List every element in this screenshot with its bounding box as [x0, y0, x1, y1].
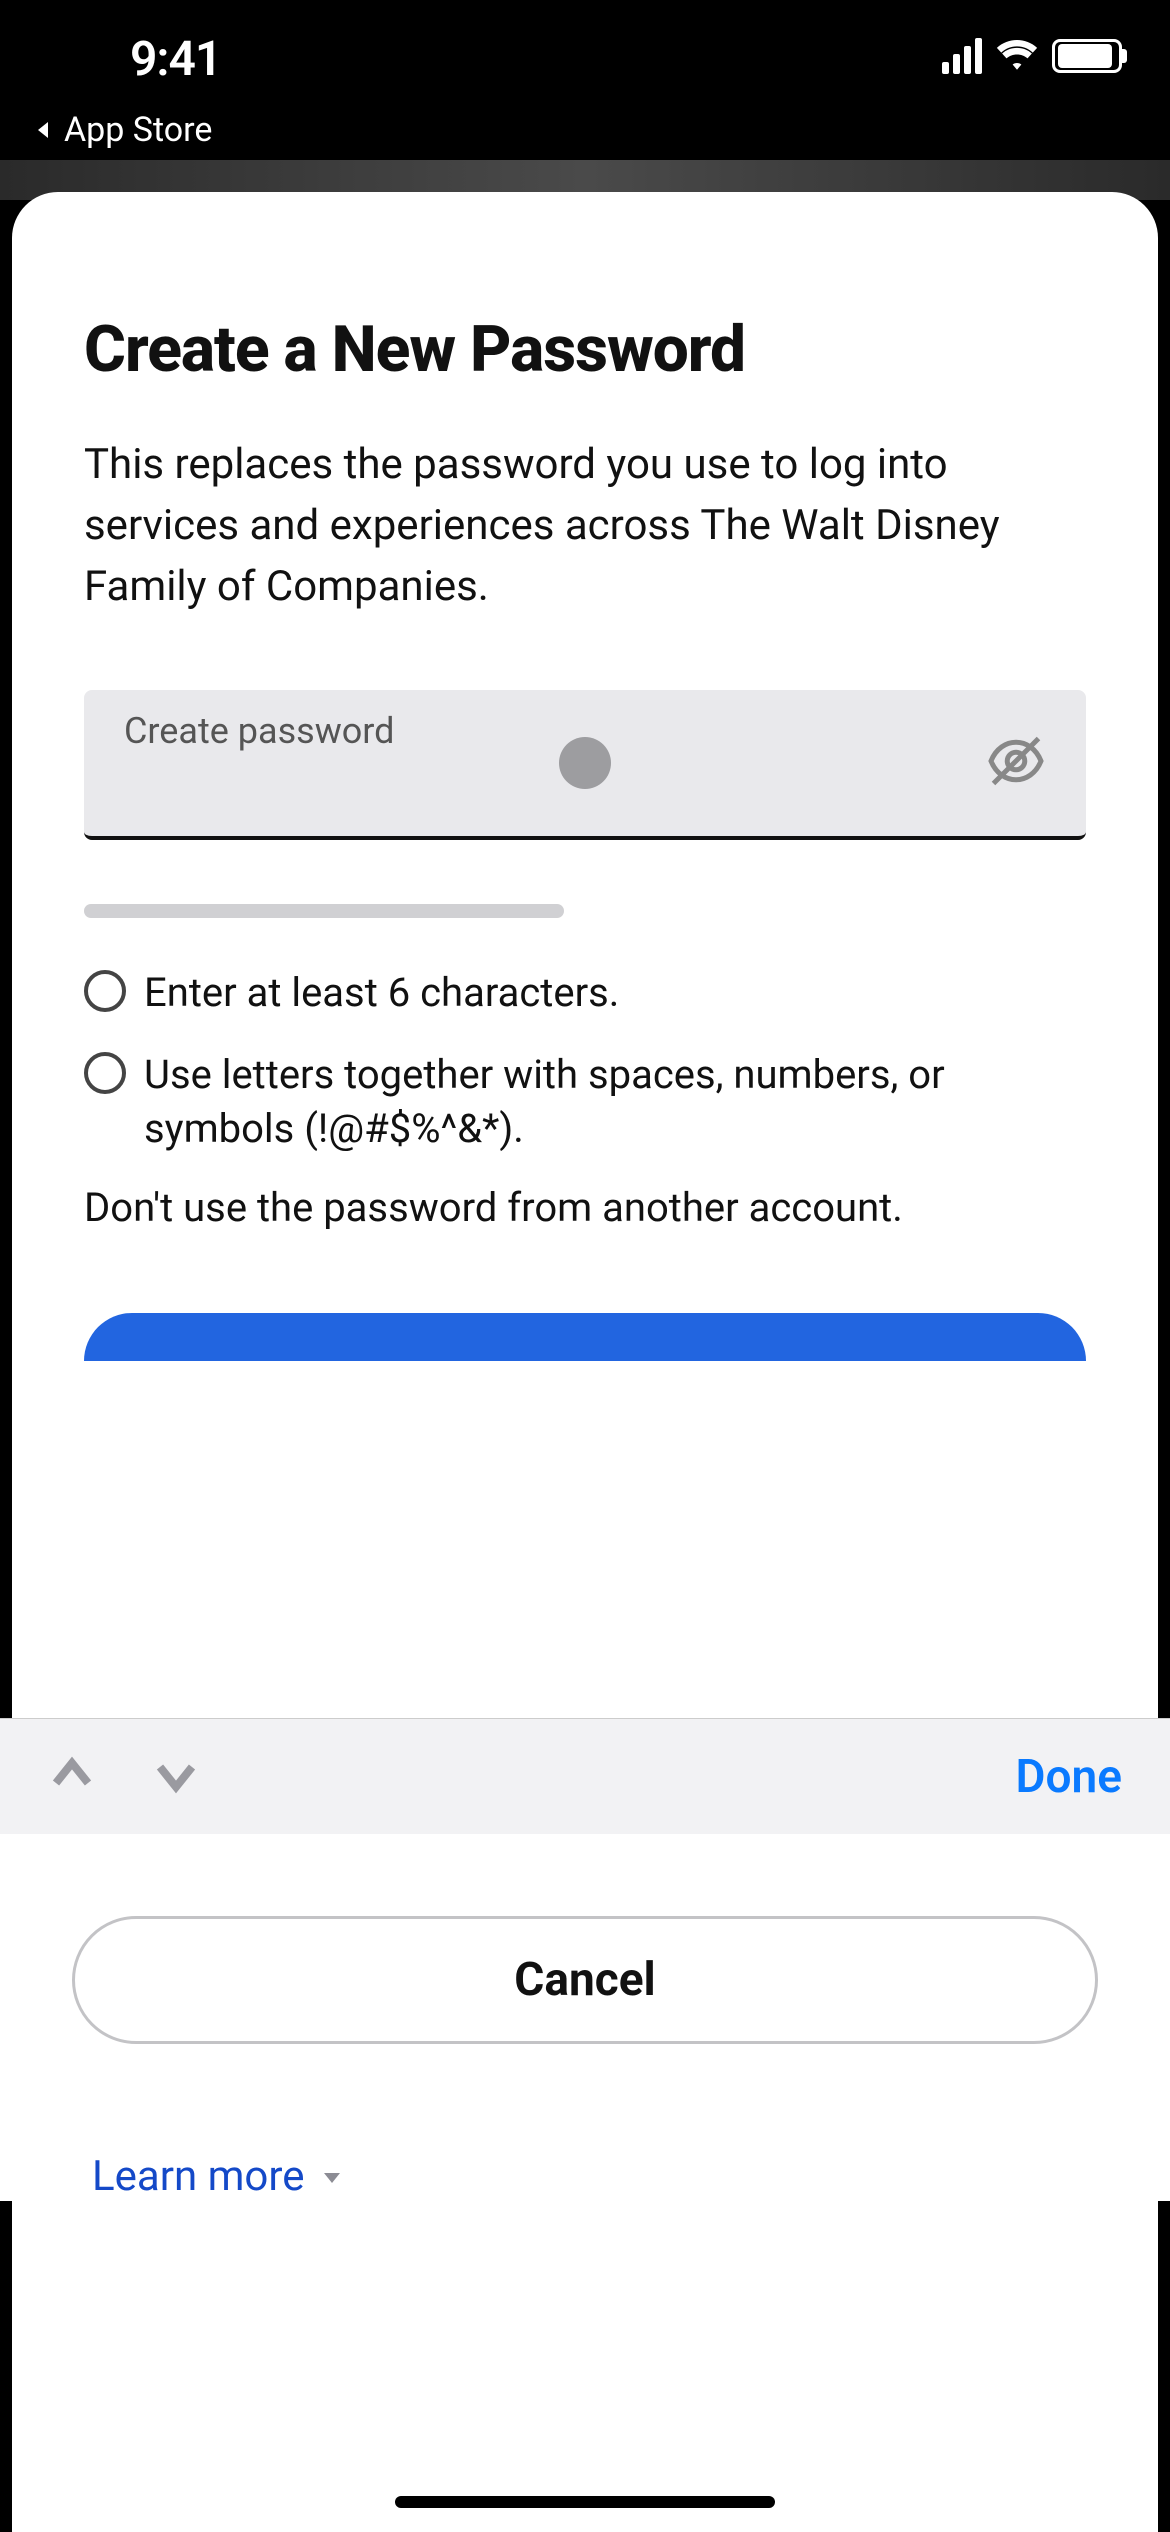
learn-more-label: Learn more	[92, 2152, 304, 2201]
password-strength-meter	[84, 904, 564, 918]
page-title: Create a New Password	[84, 312, 1086, 387]
chevron-up-icon	[48, 1751, 96, 1799]
cancel-button-label: Cancel	[514, 1953, 655, 2007]
status-icons	[942, 38, 1122, 74]
chevron-down-icon	[152, 1751, 200, 1799]
cellular-signal-icon	[942, 38, 982, 74]
home-indicator[interactable]	[395, 2496, 775, 2508]
requirement-status-icon	[84, 1052, 126, 1094]
form-prev-button[interactable]	[48, 1751, 96, 1803]
toggle-password-visibility-button[interactable]	[986, 731, 1046, 795]
status-time: 9:41	[130, 30, 221, 87]
learn-more-link[interactable]: Learn more	[72, 2152, 344, 2201]
keyboard-done-button[interactable]: Done	[1016, 1750, 1122, 1804]
page-subtext: This replaces the password you use to lo…	[84, 435, 1086, 618]
input-cursor-handle-icon	[559, 737, 611, 789]
battery-icon	[1052, 39, 1122, 73]
cancel-button[interactable]: Cancel	[72, 1916, 1098, 2044]
continue-button[interactable]	[84, 1313, 1086, 1361]
eye-off-icon	[986, 731, 1046, 791]
password-input-container[interactable]: Create password	[84, 690, 1086, 840]
wifi-icon	[996, 38, 1038, 74]
caret-down-icon	[320, 2165, 344, 2189]
password-input-label: Create password	[124, 710, 394, 752]
requirement-text: Enter at least 6 characters.	[144, 966, 619, 1020]
requirement-item: Use letters together with spaces, number…	[84, 1048, 1086, 1156]
form-next-button[interactable]	[152, 1751, 200, 1803]
password-requirements: Enter at least 6 characters. Use letters…	[84, 966, 1086, 1231]
keyboard-accessory-bar: Done	[0, 1718, 1170, 1834]
requirement-note: Don't use the password from another acco…	[84, 1184, 1086, 1231]
sheet-lower-content: Cancel Learn more	[0, 1834, 1170, 2201]
requirement-text: Use letters together with spaces, number…	[144, 1048, 1086, 1156]
back-to-app-link[interactable]: App Store	[0, 100, 1170, 160]
back-to-app-label: App Store	[64, 110, 212, 150]
back-triangle-icon	[32, 118, 56, 142]
requirement-status-icon	[84, 970, 126, 1012]
status-bar: 9:41	[0, 0, 1170, 100]
requirement-item: Enter at least 6 characters.	[84, 966, 1086, 1020]
